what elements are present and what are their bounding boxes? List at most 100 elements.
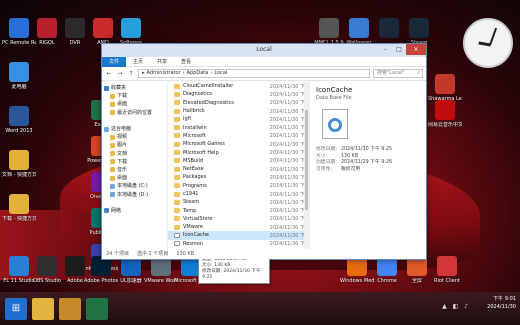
file-row[interactable]: Hallbrick 2024/11/30 下午 — [168, 107, 309, 115]
file-row[interactable]: Microsoft 2024/11/30 下午 — [168, 132, 309, 140]
minimize-button[interactable]: – — [378, 44, 392, 55]
nav-item[interactable]: 下载 — [102, 158, 167, 166]
desktop-icon-word-2013[interactable]: Word 2013 — [2, 106, 36, 134]
file-row[interactable]: Igfl 2024/11/30 下午 — [168, 115, 309, 123]
tab-home[interactable]: 主页 — [126, 57, 150, 67]
nav-item-label: 本地磁盘 (C:) — [117, 183, 148, 190]
app-icon — [319, 18, 339, 38]
desktop-icon-label: 下载 - 快捷方式 — [2, 216, 36, 222]
tab-file[interactable]: 文件 — [102, 56, 127, 67]
back-arrow-icon[interactable]: ← — [105, 70, 113, 77]
breadcrumb-appdata[interactable]: AppData — [187, 70, 209, 77]
maximize-button[interactable]: □ — [392, 44, 406, 55]
desktop-icon-ul[interactable]: UL加速器 — [114, 256, 148, 284]
taskbar-excel-icon[interactable] — [86, 297, 108, 320]
nav-item[interactable]: 视频 — [102, 133, 167, 141]
file-row[interactable]: Microsoft Games 2024/11/30 下午 — [168, 140, 309, 148]
file-row[interactable]: Packages 2024/11/30 下午 — [168, 173, 309, 181]
app-icon — [9, 18, 29, 38]
search-placeholder: 搜索"Local" — [377, 70, 405, 76]
file-row[interactable]: Installwin 2024/11/30 下午 — [168, 123, 309, 131]
file-row[interactable]: Resmon 2024/11/30 下午 — [168, 240, 309, 248]
nav-item[interactable]: 本地磁盘 (C:) — [102, 182, 167, 190]
desktop-icon-adobe-photoshop[interactable]: Adobe Photoshop — [84, 256, 118, 284]
folder-icon — [110, 134, 115, 140]
taskbar-windows-icon[interactable]: ⊞ — [5, 297, 27, 320]
desktop-icon-mmcl-1-5-9[interactable]: MMCL 1.5.9 — [312, 18, 346, 46]
up-arrow-icon[interactable]: ↑ — [127, 70, 135, 77]
file-name: c1941 — [183, 191, 199, 197]
breadcrumb-local[interactable]: Local — [214, 70, 227, 77]
file-icon — [174, 232, 180, 238]
desktop-icon-blank[interactable] — [372, 18, 406, 40]
desktop-icon-item[interactable]: 全屏 — [400, 256, 434, 284]
nav-item[interactable]: 网络 — [102, 207, 167, 215]
nav-item[interactable]: 文档 — [102, 150, 167, 158]
desktop-clock-widget[interactable] — [463, 18, 513, 68]
desktop-icon-vmware-workstation[interactable]: VMware Workstation — [144, 256, 178, 284]
desktop-icon-item[interactable]: 此电脑 — [2, 62, 36, 90]
tab-share[interactable]: 共享 — [150, 57, 174, 67]
file-row[interactable]: Diagnostics 2024/11/30 下午 — [168, 90, 309, 98]
desktop-icon-steam[interactable]: Steam — [402, 18, 436, 46]
tab-view[interactable]: 查看 — [174, 57, 198, 67]
taskbar-file-manager-icon[interactable] — [59, 297, 81, 320]
close-button[interactable]: ✕ — [406, 44, 426, 55]
file-row[interactable]: NetEase 2024/11/30 下午 — [168, 165, 309, 173]
desktop-icon-wallpaper[interactable]: Wallpaper — [342, 18, 376, 46]
file-list: CloudCamelInstaller 2024/11/30 下午 Diagnost… — [168, 82, 310, 249]
nav-item[interactable]: 本地磁盘 (D:) — [102, 190, 167, 198]
file-row[interactable]: VMware 2024/11/30 下午 — [168, 223, 309, 231]
detail-key: 可用性: — [316, 166, 333, 172]
app-icon — [37, 256, 57, 276]
nav-item[interactable]: 音乐 — [102, 166, 167, 174]
desktop-icon-label: Windows Media — [340, 278, 374, 284]
search-input[interactable]: 搜索"Local" ⌕ — [373, 69, 423, 78]
nav-item-label: 桌面 — [117, 175, 128, 182]
file-row[interactable]: CloudCamelInstaller 2024/11/30 下午 — [168, 82, 309, 90]
file-row[interactable]: MSBuild 2024/11/30 下午 — [168, 157, 309, 165]
desktop-icon-item[interactable]: 网易云音乐中文 — [428, 100, 462, 128]
nav-item[interactable]: 下载 — [102, 92, 167, 100]
desktop-icon-windows-media[interactable]: Windows Media — [340, 256, 374, 284]
address-row: ← → ↑ ▸ Administrator › AppData › Local … — [102, 67, 426, 81]
desktop-icon-chrome[interactable]: Chrome — [370, 256, 404, 284]
app-icon — [9, 150, 29, 170]
system-tray[interactable]: ▲ ◧ ♪ — [442, 303, 470, 310]
nav-item[interactable]: 收藏夹 — [102, 84, 167, 92]
desktop-icon-software[interactable]: Software — [114, 18, 148, 46]
taskbar-explorer-icon[interactable] — [32, 297, 54, 320]
desktop-icon-item[interactable]: 文档 - 快捷方式 — [2, 150, 36, 178]
file-row[interactable]: IconCache 2024/11/30 下午 — [168, 231, 309, 240]
breadcrumb-administrator[interactable]: Administrator — [147, 70, 181, 77]
nav-item[interactable]: 图片 — [102, 141, 167, 149]
file-row[interactable]: Temp 2024/11/30 下午 — [168, 206, 309, 214]
forward-arrow-icon[interactable]: → — [116, 70, 124, 77]
nav-item[interactable]: 桌面 — [102, 174, 167, 182]
window-titlebar[interactable]: Local – □ ✕ — [102, 44, 426, 57]
file-row[interactable]: Programs 2024/11/30 下午 — [168, 182, 309, 190]
desktop-icon-riot-client[interactable]: Riot Client — [430, 256, 464, 284]
scrollbar-thumb[interactable] — [305, 110, 308, 210]
nav-item-label: 本地磁盘 (D:) — [117, 191, 149, 198]
star-icon — [104, 85, 109, 91]
taskbar-clock[interactable]: 下午 9:01 2024/11/30 — [487, 295, 516, 311]
nav-item[interactable]: 这台电脑 — [102, 125, 167, 133]
file-row[interactable]: VirtualStore 2024/11/30 下午 — [168, 215, 309, 223]
explorer-window[interactable]: Local – □ ✕ 文件 主页 共享 查看 ← → ↑ ▸ Administ… — [101, 43, 427, 284]
file-row[interactable]: Steam 2024/11/30 下午 — [168, 198, 309, 206]
address-bar[interactable]: ▸ Administrator › AppData › Local — [138, 69, 370, 78]
file-row[interactable]: Microsoft Help 2024/11/30 下午 — [168, 148, 309, 156]
desktop-icon-label: Adobe Photoshop — [84, 278, 118, 284]
file-name: Resmon — [183, 240, 204, 247]
file-row[interactable]: ElevatedDiagnostics 2024/11/30 下午 — [168, 99, 309, 107]
file-list-scrollbar[interactable] — [304, 82, 309, 249]
nav-item[interactable]: 桌面 — [102, 100, 167, 108]
desktop-icon-shawarma-legend[interactable]: Shawarma Legend — [428, 74, 462, 102]
file-row[interactable]: c1941 2024/11/30 下午 — [168, 190, 309, 198]
nav-item[interactable]: 最近访问的位置 — [102, 109, 167, 117]
desktop-icon-item[interactable]: 下载 - 快捷方式 — [2, 194, 36, 222]
navigation-pane: 收藏夹 下载 桌面 最近访问的位置 这台电脑 视频 图片 文档 下载 音乐 桌面 本地磁盘 (C:) 本… — [102, 82, 168, 249]
folder-icon — [174, 208, 180, 214]
